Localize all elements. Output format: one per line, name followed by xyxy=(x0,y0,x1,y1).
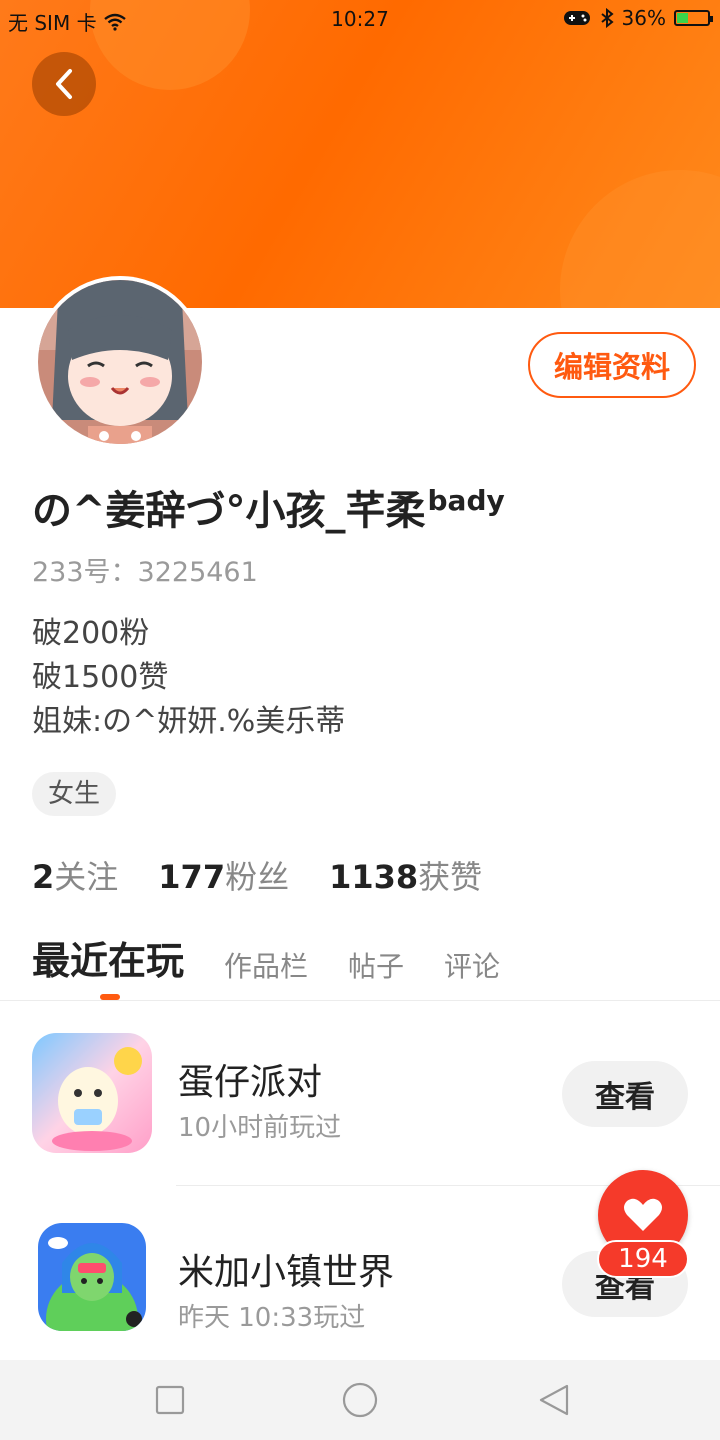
username: の^姜辞づ°小孩_芊柔bady xyxy=(32,478,505,536)
eggy-party-icon xyxy=(32,1033,152,1153)
gender-tag: 女生 xyxy=(32,772,117,816)
view-button[interactable]: 查看 xyxy=(562,1061,688,1127)
stat-likes[interactable]: 1138获赞 xyxy=(329,852,482,898)
bluetooth-icon xyxy=(600,8,614,28)
miga-town-icon xyxy=(38,1223,146,1331)
stat-count: 1138 xyxy=(329,858,419,896)
user-id: 233号：3225461 xyxy=(32,557,258,588)
tab-works[interactable]: 作品栏 xyxy=(224,945,308,985)
recent-apps-button[interactable] xyxy=(150,1380,190,1420)
avatar-image xyxy=(38,280,202,444)
home-button[interactable] xyxy=(340,1380,380,1420)
back-button[interactable] xyxy=(32,52,96,116)
gamepad-icon xyxy=(563,11,590,25)
game-icon xyxy=(38,1223,146,1331)
status-right: 36% xyxy=(562,6,713,30)
battery-level xyxy=(677,13,688,23)
stat-label: 获赞 xyxy=(418,858,483,896)
tab-recently-played[interactable]: 最近在玩 xyxy=(32,930,184,985)
tab-posts[interactable]: 帖子 xyxy=(348,945,404,985)
bio-line: 破1500赞 xyxy=(32,660,169,695)
stat-following[interactable]: 2关注 xyxy=(32,852,118,898)
last-played: 昨天 10:33玩过 xyxy=(178,1303,366,1333)
last-played: 10小时前玩过 xyxy=(178,1113,342,1143)
divider xyxy=(0,1000,720,1001)
stat-label: 关注 xyxy=(54,858,119,896)
system-nav-bar xyxy=(0,1360,720,1440)
bio-line: 破200粉 xyxy=(32,616,150,651)
header-decoration xyxy=(560,170,720,308)
back-icon xyxy=(539,1384,569,1416)
bio-line: 姐妹:の^妍妍.%美乐蒂 xyxy=(32,704,346,739)
heart-icon xyxy=(624,1198,662,1231)
avatar[interactable] xyxy=(34,276,206,448)
stat-count: 177 xyxy=(158,858,226,896)
chevron-left-icon xyxy=(56,69,72,99)
recent-apps-icon xyxy=(155,1385,185,1415)
tab-bar: 最近在玩 作品栏 帖子 评论 xyxy=(32,930,500,985)
status-bar: 无 SIM 卡 10:27 36% xyxy=(0,0,720,38)
stat-label: 粉丝 xyxy=(225,858,290,896)
battery-percent: 36% xyxy=(621,6,666,30)
stats-row: 2关注 177粉丝 1138获赞 xyxy=(32,852,482,898)
stat-fans[interactable]: 177粉丝 xyxy=(158,852,289,898)
stat-count: 2 xyxy=(32,858,55,896)
list-item[interactable]: 蛋仔派对 10小时前玩过 查看 xyxy=(0,1033,720,1183)
home-icon xyxy=(342,1382,378,1418)
bio: 破200粉 破1500赞 姐妹:の^妍妍.%美乐蒂 xyxy=(32,612,345,744)
back-nav-button[interactable] xyxy=(534,1380,574,1420)
game-icon xyxy=(32,1033,152,1153)
username-text: の^姜辞づ°小孩_芊柔 xyxy=(32,488,426,534)
profile-header: 无 SIM 卡 10:27 36% xyxy=(0,0,720,308)
tab-comments[interactable]: 评论 xyxy=(444,945,500,985)
edit-profile-button[interactable]: 编辑资料 xyxy=(528,332,696,398)
battery-icon xyxy=(674,10,713,26)
game-name: 蛋仔派对 xyxy=(178,1062,323,1103)
game-name: 米加小镇世界 xyxy=(178,1252,395,1293)
like-count: 194 xyxy=(597,1240,689,1278)
username-suffix: bady xyxy=(427,484,505,517)
